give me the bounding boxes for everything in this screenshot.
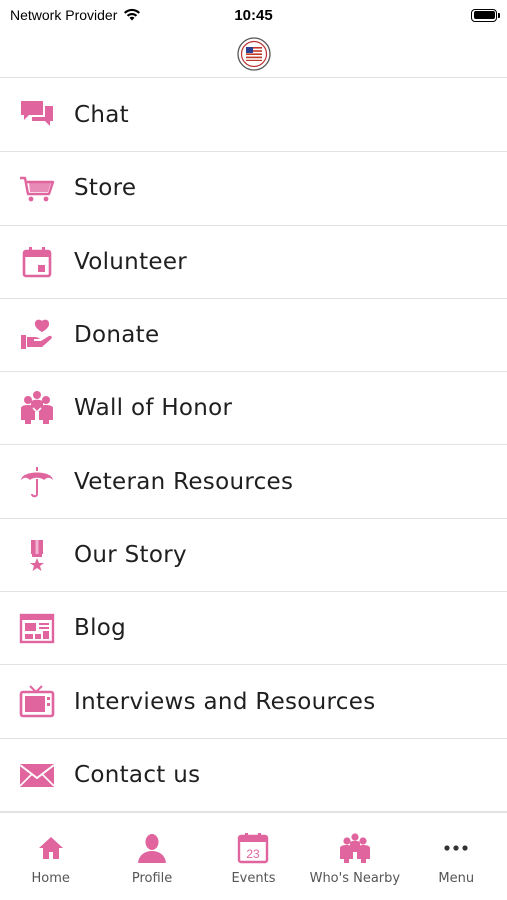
organization-seal-logo[interactable] xyxy=(236,36,271,71)
tab-events[interactable]: 23 Events xyxy=(203,813,304,900)
menu-item-chat[interactable]: Chat xyxy=(0,79,507,153)
umbrella-icon xyxy=(18,463,56,501)
menu-item-label: Wall of Honor xyxy=(74,395,233,422)
menu-item-label: Volunteer xyxy=(74,248,188,275)
heart-hand-icon xyxy=(18,316,56,354)
menu-item-interviews-and-resources[interactable]: Interviews and Resources xyxy=(0,665,507,739)
tab-whos-nearby[interactable]: Who's Nearby xyxy=(304,813,405,900)
main-menu-list: Chat Store Volunteer Donate Wall of Hono… xyxy=(0,79,507,812)
medal-icon xyxy=(18,536,56,574)
people-group-icon xyxy=(338,831,372,865)
carrier-name: Network Provider xyxy=(10,7,118,23)
menu-item-wall-of-honor[interactable]: Wall of Honor xyxy=(0,372,507,446)
bottom-tab-bar: Home Profile 23 Events Who's Nearby Menu xyxy=(0,812,507,900)
menu-item-volunteer[interactable]: Volunteer xyxy=(0,226,507,299)
tab-label: Events xyxy=(231,871,276,886)
menu-item-label: Donate xyxy=(74,322,160,349)
home-icon xyxy=(34,831,68,865)
menu-item-donate[interactable]: Donate xyxy=(0,299,507,373)
wifi-icon xyxy=(123,7,141,24)
tab-home[interactable]: Home xyxy=(0,813,101,900)
tab-label: Menu xyxy=(438,871,475,886)
chat-bubbles-icon xyxy=(18,96,56,134)
profile-icon xyxy=(135,831,169,865)
menu-item-label: Veteran Resources xyxy=(74,468,294,495)
shopping-cart-icon xyxy=(18,169,56,207)
menu-item-blog[interactable]: Blog xyxy=(0,592,507,666)
menu-item-contact-us[interactable]: Contact us xyxy=(0,739,507,812)
menu-item-label: Interviews and Resources xyxy=(74,688,376,715)
newspaper-icon xyxy=(18,609,56,647)
calendar-date-text: 23 xyxy=(247,847,261,861)
people-group-icon xyxy=(18,389,56,427)
menu-item-label: Store xyxy=(74,175,137,202)
tab-label: Profile xyxy=(131,871,173,886)
calendar-icon xyxy=(18,243,56,281)
tab-label: Home xyxy=(31,871,70,886)
menu-item-our-story[interactable]: Our Story xyxy=(0,519,507,593)
menu-item-label: Blog xyxy=(74,615,127,642)
tab-menu[interactable]: Menu xyxy=(406,813,507,900)
more-dots-icon xyxy=(439,831,473,865)
menu-item-label: Our Story xyxy=(74,541,187,568)
clock-time: 10:45 xyxy=(234,6,273,24)
app-header xyxy=(0,30,507,78)
battery-icon xyxy=(471,8,500,22)
tv-icon xyxy=(18,683,56,721)
tab-label: Who's Nearby xyxy=(309,871,401,886)
status-bar: Network Provider 10:45 xyxy=(0,0,507,30)
envelope-icon xyxy=(18,756,56,794)
status-left: Network Provider xyxy=(10,7,141,24)
tab-profile[interactable]: Profile xyxy=(102,813,203,900)
menu-item-store[interactable]: Store xyxy=(0,152,507,226)
calendar-date-icon: 23 xyxy=(236,831,270,865)
menu-item-veteran-resources[interactable]: Veteran Resources xyxy=(0,445,507,519)
menu-item-label: Contact us xyxy=(74,761,201,788)
menu-item-label: Chat xyxy=(74,102,129,129)
